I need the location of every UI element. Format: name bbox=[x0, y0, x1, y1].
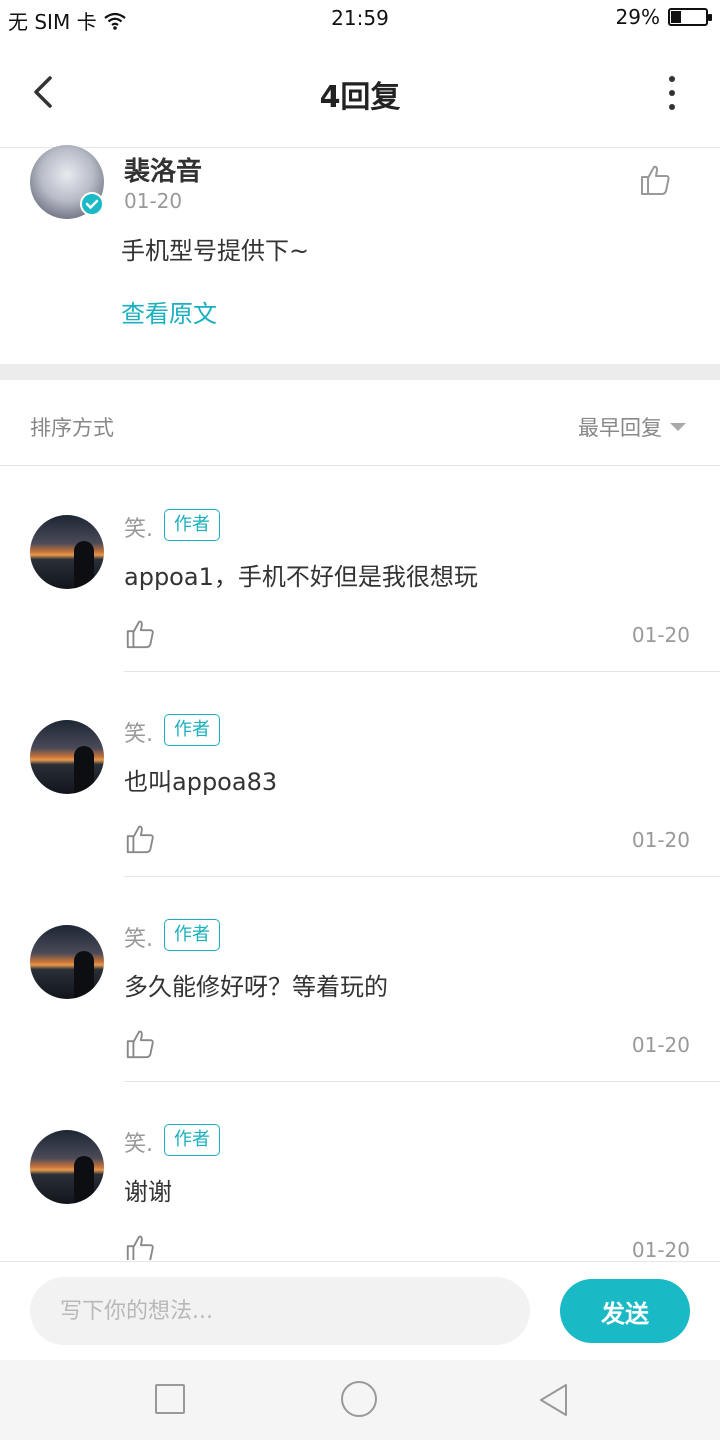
sort-label: 排序方式 bbox=[30, 416, 114, 440]
thumbs-up-icon bbox=[126, 620, 154, 649]
comment-input[interactable] bbox=[30, 1277, 530, 1345]
system-back-button[interactable] bbox=[536, 1382, 572, 1418]
sort-bar: 排序方式 最早回复 bbox=[0, 380, 720, 466]
battery-status: 29% bbox=[615, 5, 712, 29]
reply-text: appoa1，手机不好但是我很想玩 bbox=[124, 563, 478, 591]
system-nav-bar bbox=[0, 1360, 720, 1440]
thumbs-up-icon bbox=[126, 1030, 154, 1059]
reply-date: 01-20 bbox=[631, 1033, 690, 1057]
clock: 21:59 bbox=[331, 6, 389, 30]
more-vertical-icon bbox=[669, 76, 675, 82]
triangle-back-icon bbox=[540, 1384, 567, 1416]
view-original-link[interactable]: 查看原文 bbox=[121, 294, 217, 329]
original-post: 裴洛音 01-20 手机型号提供下~ 查看原文 bbox=[0, 145, 720, 364]
battery-fill bbox=[671, 11, 681, 23]
back-button[interactable] bbox=[26, 72, 66, 112]
avatar-image bbox=[30, 720, 104, 794]
verified-badge-icon bbox=[80, 192, 104, 216]
reply-date: 01-20 bbox=[631, 1238, 690, 1260]
thumbs-up-icon bbox=[126, 1235, 154, 1260]
reply-item: 笑. 作者 谢谢 01-20 bbox=[0, 1082, 720, 1260]
author-badge: 作者 bbox=[164, 509, 220, 541]
avatar-image bbox=[30, 1130, 104, 1204]
reply-author-name[interactable]: 笑. bbox=[124, 511, 153, 543]
reply-text: 也叫appoa83 bbox=[124, 768, 278, 796]
battery-percent: 29% bbox=[615, 5, 660, 29]
author-badge: 作者 bbox=[164, 714, 220, 746]
original-like-button[interactable] bbox=[638, 163, 672, 197]
reply-item: 笑. 作者 也叫appoa83 01-20 bbox=[0, 672, 720, 877]
recents-button[interactable] bbox=[155, 1384, 185, 1414]
status-bar: 无 SIM 卡 21:59 29% bbox=[0, 0, 720, 38]
author-badge: 作者 bbox=[164, 1124, 220, 1156]
reply-item: 笑. 作者 多久能修好呀？等着玩的 01-20 bbox=[0, 877, 720, 1082]
more-dot bbox=[669, 90, 675, 96]
section-divider bbox=[0, 364, 720, 380]
original-post-text: 手机型号提供下~ bbox=[121, 237, 310, 265]
reply-text: 多久能修好呀？等着玩的 bbox=[124, 973, 388, 1001]
reply-like-button[interactable] bbox=[124, 823, 156, 855]
avatar[interactable] bbox=[30, 925, 104, 999]
page-title: 4回复 bbox=[319, 80, 401, 115]
avatar[interactable] bbox=[30, 1130, 104, 1204]
comment-bar: 发送 bbox=[0, 1261, 720, 1360]
avatar-image bbox=[30, 515, 104, 589]
reply-text: 谢谢 bbox=[124, 1178, 172, 1206]
send-button[interactable]: 发送 bbox=[560, 1279, 690, 1343]
original-post-date: 01-20 bbox=[124, 189, 183, 213]
more-options-button[interactable] bbox=[660, 76, 684, 110]
reply-date: 01-20 bbox=[631, 828, 690, 852]
sort-selected-value: 最早回复 bbox=[578, 416, 662, 440]
sort-dropdown[interactable]: 最早回复 bbox=[578, 412, 686, 442]
top-app-bar: 4回复 bbox=[0, 38, 720, 148]
chevron-down-icon bbox=[670, 423, 686, 431]
author-badge: 作者 bbox=[164, 919, 220, 951]
reply-author-name[interactable]: 笑. bbox=[124, 1126, 153, 1158]
avatar[interactable] bbox=[30, 720, 104, 794]
reply-like-button[interactable] bbox=[124, 618, 156, 650]
reply-item: 笑. 作者 appoa1，手机不好但是我很想玩 01-20 bbox=[0, 467, 720, 672]
home-button[interactable] bbox=[341, 1381, 377, 1417]
chevron-left-icon bbox=[34, 76, 52, 108]
reply-author-name[interactable]: 笑. bbox=[124, 716, 153, 748]
more-dot bbox=[669, 104, 675, 110]
thumbs-up-icon bbox=[641, 165, 670, 195]
battery-icon bbox=[668, 8, 712, 26]
thumbs-up-icon bbox=[126, 825, 154, 854]
reply-date: 01-20 bbox=[631, 623, 690, 647]
reply-like-button[interactable] bbox=[124, 1028, 156, 1060]
reply-author-name[interactable]: 笑. bbox=[124, 921, 153, 953]
avatar[interactable] bbox=[30, 515, 104, 589]
original-author-name[interactable]: 裴洛音 bbox=[124, 151, 202, 188]
avatar-image bbox=[30, 925, 104, 999]
reply-like-button[interactable] bbox=[124, 1233, 156, 1260]
